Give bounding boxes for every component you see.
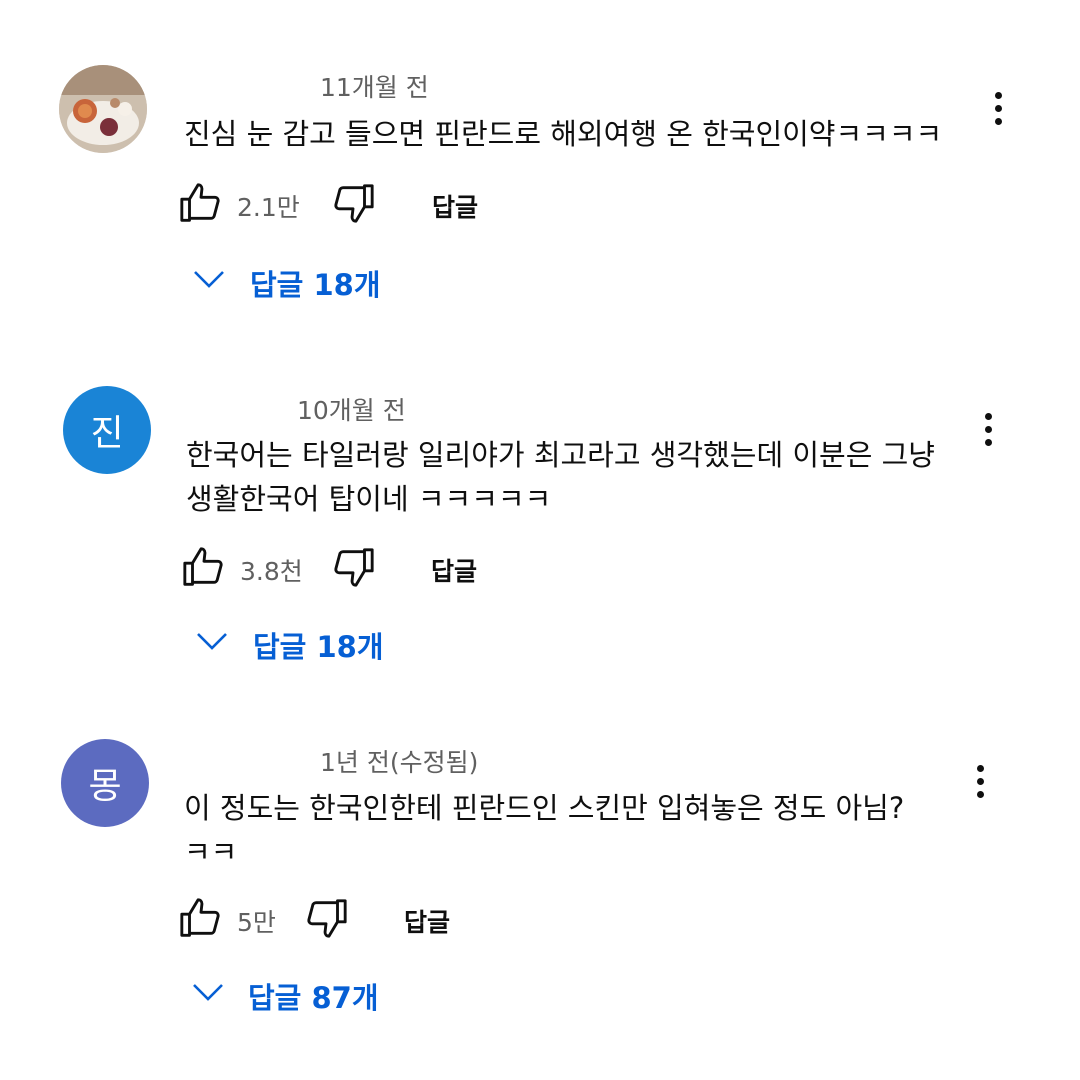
view-replies-button[interactable]: 답글 18개	[253, 624, 384, 666]
avatar-letter: 진	[90, 413, 124, 454]
avatar[interactable]: 진	[63, 386, 151, 474]
comment-text: 이 정도는 한국인한테 핀란드인 스킨만 입혀놓은 정도 아님? ㅋㅋ	[184, 791, 905, 869]
avatar[interactable]	[59, 65, 147, 153]
view-replies-button[interactable]: 답글 18개	[250, 262, 381, 304]
comment-timestamp: 11개월 전	[320, 73, 429, 102]
more-vert-icon[interactable]	[970, 765, 990, 805]
comment-timestamp: 10개월 전	[297, 396, 406, 425]
reply-button[interactable]: 답글	[431, 552, 477, 588]
avatar-letter: 몽	[88, 766, 122, 807]
like-count: 3.8천	[240, 557, 303, 586]
avatar[interactable]: 몽	[61, 739, 149, 827]
chevron-down-icon[interactable]	[195, 630, 229, 652]
more-vert-icon[interactable]	[988, 92, 1008, 132]
reply-button[interactable]: 답글	[404, 903, 450, 939]
more-vert-icon[interactable]	[978, 413, 998, 453]
comment-timestamp: 1년 전(수정됨)	[320, 748, 479, 777]
reply-button[interactable]: 답글	[432, 188, 478, 224]
chevron-down-icon[interactable]	[191, 981, 225, 1003]
like-count: 2.1만	[237, 193, 300, 222]
thumb-down-icon[interactable]	[330, 544, 376, 590]
comment-text: 한국어는 타일러랑 일리야가 최고라고 생각했는데 이분은 그냥 생활한국어 탑…	[186, 438, 935, 516]
thumb-up-icon[interactable]	[181, 544, 227, 590]
thumb-up-icon[interactable]	[178, 180, 224, 226]
comment-text: 진심 눈 감고 들으면 핀란드로 해외여행 온 한국인이약ㅋㅋㅋㅋ	[184, 117, 943, 151]
thumb-down-icon[interactable]	[330, 180, 376, 226]
thumb-down-icon[interactable]	[303, 895, 349, 941]
like-count: 5만	[237, 908, 276, 937]
avatar-photo-image	[59, 65, 147, 153]
chevron-down-icon[interactable]	[192, 268, 226, 290]
thumb-up-icon[interactable]	[178, 895, 224, 941]
view-replies-button[interactable]: 답글 87개	[248, 975, 379, 1017]
